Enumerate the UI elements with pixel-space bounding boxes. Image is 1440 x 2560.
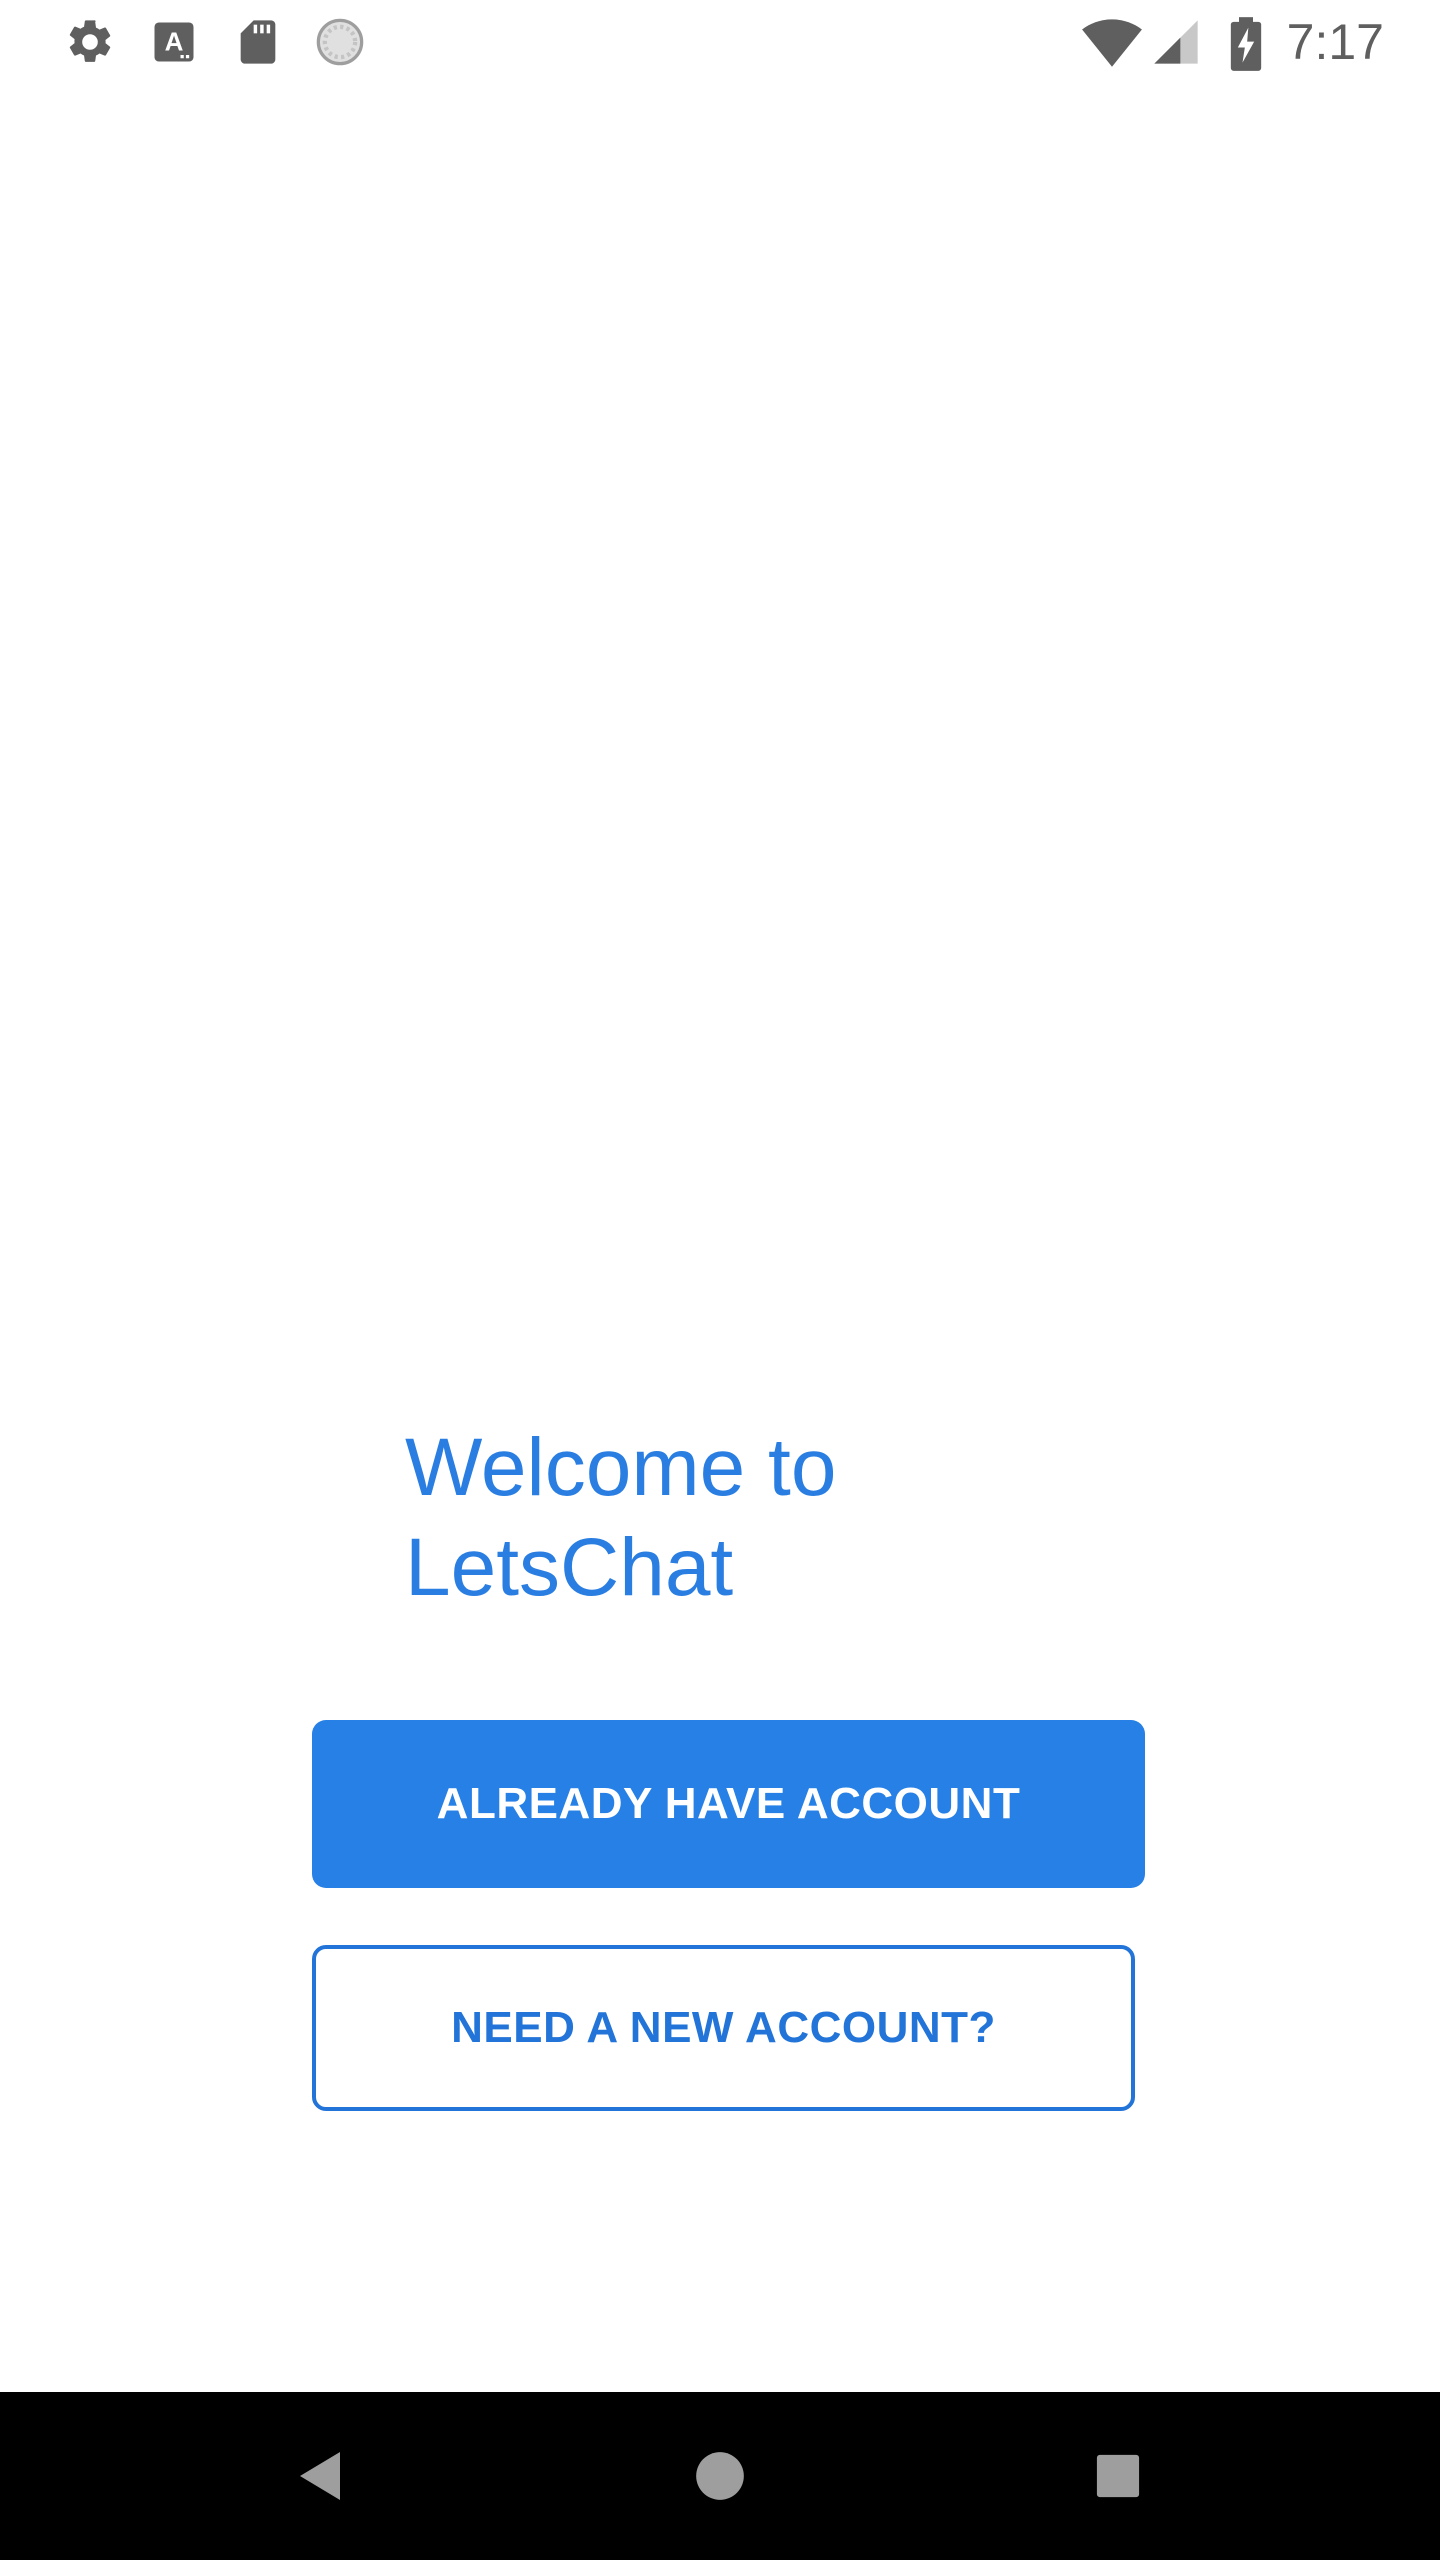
status-time: 7:17 <box>1286 14 1384 70</box>
battery-charging-icon <box>1226 16 1266 71</box>
navigation-bar <box>0 2392 1440 2560</box>
loading-circle-icon <box>314 16 366 68</box>
need-new-account-button[interactable]: NEED A NEW ACCOUNT? <box>312 1945 1135 2111</box>
status-bar: A 7:17 <box>0 0 1440 84</box>
welcome-heading: Welcome to LetsChat <box>405 1422 837 1613</box>
svg-text:A: A <box>165 27 184 57</box>
already-have-account-label: ALREADY HAVE ACCOUNT <box>436 1779 1021 1828</box>
home-icon[interactable] <box>678 2434 762 2518</box>
cellular-signal-icon <box>1150 16 1202 68</box>
wifi-icon <box>1080 16 1144 68</box>
already-have-account-button[interactable]: ALREADY HAVE ACCOUNT <box>312 1720 1145 1888</box>
sd-card-icon <box>232 16 284 68</box>
need-new-account-label: NEED A NEW ACCOUNT? <box>451 2003 996 2052</box>
recents-icon[interactable] <box>1076 2434 1160 2518</box>
text-a-icon: A <box>148 16 200 68</box>
gear-icon <box>64 16 116 68</box>
screen: A 7:17 Welcome to LetsChat ALREADY HAVE … <box>0 0 1440 2560</box>
back-icon[interactable] <box>278 2434 362 2518</box>
